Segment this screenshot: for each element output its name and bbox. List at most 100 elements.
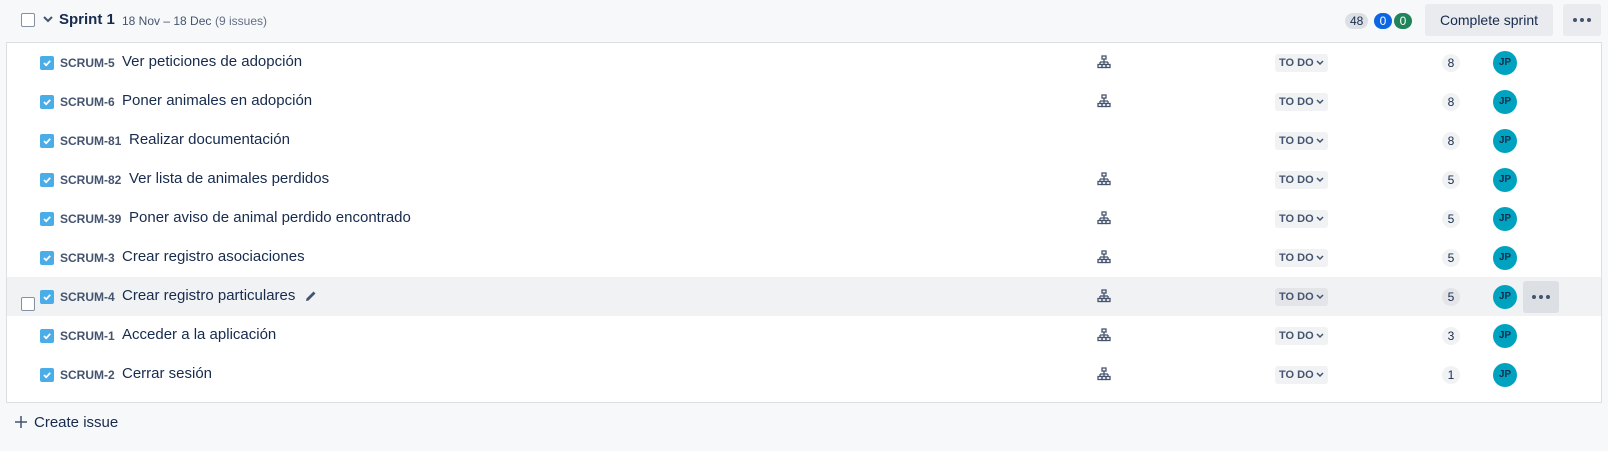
issue-key[interactable]: SCRUM-5 [60,56,115,70]
avatar[interactable]: JP [1493,324,1517,348]
points-done-badge: 0 [1394,13,1412,29]
chevron-down-icon [1316,177,1324,183]
child-issues-icon [1097,94,1111,108]
story-points-badge[interactable]: 5 [1442,249,1460,267]
chevron-down-icon [1316,99,1324,105]
issue-row[interactable]: SCRUM-1 Acceder a la aplicación TO DO 3 JP [7,316,1601,356]
issue-row[interactable]: SCRUM-39 Poner aviso de animal perdido en… [7,199,1601,239]
issue-key[interactable]: SCRUM-39 [60,212,121,226]
avatar[interactable]: JP [1493,168,1517,192]
story-checkbox-icon [40,173,54,187]
issue-key[interactable]: SCRUM-1 [60,329,115,343]
sprint-header: Sprint 1 18 Nov – 18 Dec (9 issues) 48 0… [0,0,1608,42]
status-dropdown[interactable]: TO DO [1275,249,1328,267]
story-points-badge[interactable]: 8 [1442,54,1460,72]
points-total-badge: 48 [1345,13,1369,29]
issue-key[interactable]: SCRUM-4 [60,290,115,304]
avatar[interactable]: JP [1493,285,1517,309]
points-in-progress-badge: 0 [1374,13,1392,29]
status-label: TO DO [1279,330,1314,342]
status-dropdown[interactable]: TO DO [1275,366,1328,384]
child-issues-icon [1097,367,1111,381]
chevron-down-icon [1316,216,1324,222]
child-issues-icon [1097,211,1111,225]
chevron-down-icon [1316,138,1324,144]
status-dropdown[interactable]: TO DO [1275,171,1328,189]
status-dropdown[interactable]: TO DO [1275,54,1328,72]
issue-key[interactable]: SCRUM-2 [60,368,115,382]
story-points-badge[interactable]: 5 [1442,210,1460,228]
issue-summary[interactable]: Ver lista de animales perdidos [129,170,329,187]
story-checkbox-icon [40,95,54,109]
sprint-name: Sprint 1 [59,11,115,28]
child-issues-icon [1097,172,1111,186]
story-points-badge[interactable]: 1 [1442,366,1460,384]
avatar[interactable]: JP [1493,363,1517,387]
story-checkbox-icon [40,134,54,148]
story-points-badge[interactable]: 3 [1442,327,1460,345]
issue-summary[interactable]: Poner aviso de animal perdido encontrado [129,209,411,226]
pencil-icon[interactable] [304,289,318,303]
more-icon [1532,295,1550,299]
issue-summary[interactable]: Realizar documentación [129,131,290,148]
status-label: TO DO [1279,57,1314,69]
avatar[interactable]: JP [1493,90,1517,114]
status-dropdown[interactable]: TO DO [1275,93,1328,111]
issue-row[interactable]: SCRUM-4 Crear registro particulares TO DO… [7,277,1601,317]
status-label: TO DO [1279,96,1314,108]
child-issues-icon [1097,250,1111,264]
story-points-badge[interactable]: 8 [1442,132,1460,150]
complete-sprint-button[interactable]: Complete sprint [1425,4,1553,36]
avatar[interactable]: JP [1493,51,1517,75]
avatar[interactable]: JP [1493,129,1517,153]
avatar[interactable]: JP [1493,246,1517,270]
story-points-badge[interactable]: 8 [1442,93,1460,111]
chevron-down-icon [1316,294,1324,300]
row-select-checkbox[interactable] [21,297,35,311]
status-label: TO DO [1279,213,1314,225]
chevron-down-icon [1316,255,1324,261]
status-dropdown[interactable]: TO DO [1275,327,1328,345]
sprint-select-checkbox[interactable] [21,13,35,27]
issue-key[interactable]: SCRUM-81 [60,134,121,148]
issue-summary[interactable]: Cerrar sesión [122,365,212,382]
issue-row[interactable]: SCRUM-81 Realizar documentación TO DO 8 JP [7,121,1601,161]
status-label: TO DO [1279,174,1314,186]
issue-summary[interactable]: Crear registro particulares [122,287,295,304]
issue-row[interactable]: SCRUM-82 Ver lista de animales perdidos T… [7,160,1601,200]
create-issue-button[interactable]: Create issue [14,411,118,433]
child-issues-icon [1097,289,1111,303]
issue-key[interactable]: SCRUM-82 [60,173,121,187]
status-dropdown[interactable]: TO DO [1275,132,1328,150]
issue-summary[interactable]: Poner animales en adopción [122,92,312,109]
issue-row[interactable]: SCRUM-5 Ver peticiones de adopción TO DO … [7,43,1601,83]
story-points-badge[interactable]: 5 [1442,288,1460,306]
sprint-more-button[interactable] [1563,4,1601,36]
more-icon [1573,18,1591,22]
chevron-down-icon[interactable] [42,12,54,26]
issue-key[interactable]: SCRUM-6 [60,95,115,109]
status-dropdown[interactable]: TO DO [1275,210,1328,228]
issue-row[interactable]: SCRUM-3 Crear registro asociaciones TO DO… [7,238,1601,278]
child-issues-icon [1097,55,1111,69]
issue-key[interactable]: SCRUM-3 [60,251,115,265]
sprint-issue-count: (9 issues) [215,14,268,28]
issue-list: SCRUM-5 Ver peticiones de adopción TO DO … [6,42,1602,403]
issue-summary[interactable]: Ver peticiones de adopción [122,53,302,70]
issue-summary[interactable]: Acceder a la aplicación [122,326,276,343]
story-points-badge[interactable]: 5 [1442,171,1460,189]
plus-icon [14,415,28,429]
chevron-down-icon [1316,60,1324,66]
row-more-button[interactable] [1523,281,1559,313]
status-dropdown[interactable]: TO DO [1275,288,1328,306]
sprint-dates: 18 Nov – 18 Dec [122,14,212,28]
issue-row[interactable]: SCRUM-2 Cerrar sesión TO DO 1 JP [7,355,1601,395]
story-checkbox-icon [40,368,54,382]
avatar[interactable]: JP [1493,207,1517,231]
story-checkbox-icon [40,329,54,343]
issue-row[interactable]: SCRUM-6 Poner animales en adopción TO DO … [7,82,1601,122]
story-checkbox-icon [40,251,54,265]
status-label: TO DO [1279,135,1314,147]
issue-summary[interactable]: Crear registro asociaciones [122,248,305,265]
story-checkbox-icon [40,56,54,70]
